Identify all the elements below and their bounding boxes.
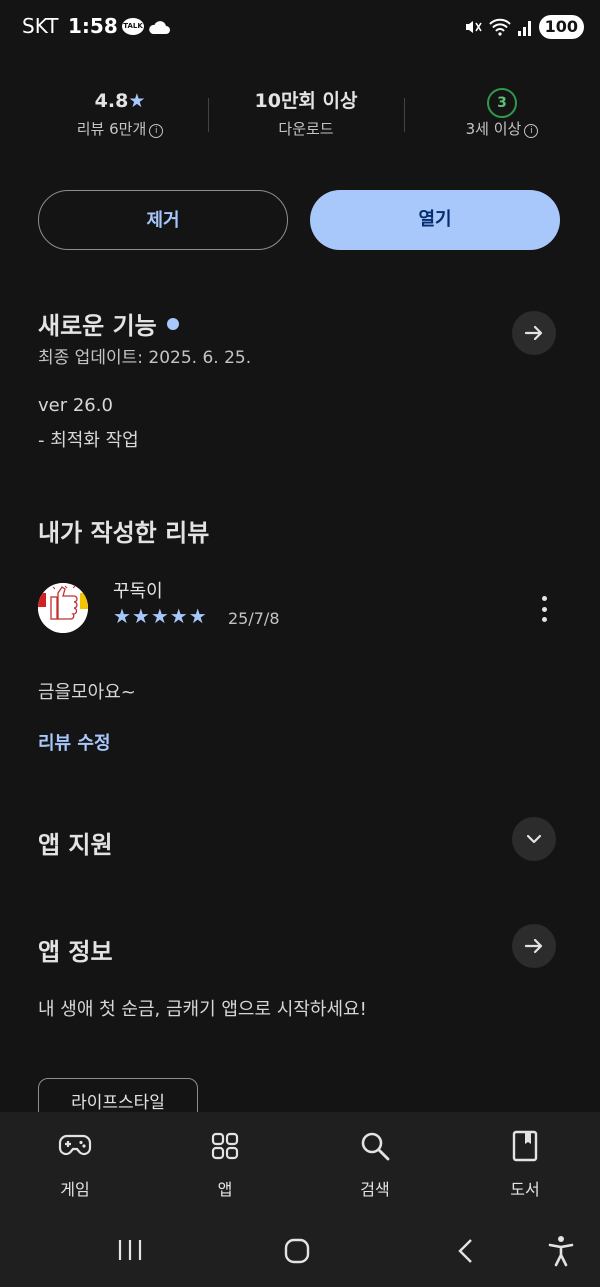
release-notes: - 최적화 작업 <box>38 430 139 451</box>
home-icon[interactable] <box>283 1237 311 1265</box>
signal-icon <box>517 21 531 36</box>
review-stars: ★★★★★ <box>113 604 208 628</box>
status-icons: 100 <box>463 14 584 40</box>
nav-label: 도서 <box>510 1180 540 1199</box>
star-icon: ★ <box>128 90 146 112</box>
nav-item-search[interactable]: 검색 <box>320 1126 430 1200</box>
arrow-right-icon <box>524 325 543 341</box>
last-updated: 최종 업데이트: 2025. 6. 25. <box>38 348 252 368</box>
gamepad-icon <box>20 1126 130 1166</box>
nav-item-games[interactable]: 게임 <box>20 1126 130 1200</box>
mute-icon <box>465 21 482 33</box>
apps-grid-icon <box>170 1126 280 1166</box>
review-text: 금을모아요~ <box>38 682 136 703</box>
system-navigation-bar <box>0 1212 600 1287</box>
downloads-label: 다운로드 <box>278 120 334 138</box>
arrow-right-icon <box>524 938 543 954</box>
downloads-stat: 10만회 이상 다운로드 <box>206 86 406 139</box>
edit-review-link[interactable]: 리뷰 수정 <box>38 729 111 755</box>
review-date: 25/7/8 <box>228 609 280 628</box>
nav-label: 검색 <box>360 1180 390 1199</box>
app-description: 내 생애 첫 순금, 금캐기 앱으로 시작하세요! <box>38 999 367 1020</box>
more-options-icon[interactable] <box>532 594 556 624</box>
about-app-arrow-button[interactable] <box>512 924 556 968</box>
review-author: 꾸독이 <box>113 581 163 602</box>
cloud-icon <box>149 21 170 34</box>
about-app-heading[interactable]: 앱 정보 <box>38 932 113 967</box>
whats-new-heading[interactable]: 새로운 기능 <box>38 306 179 341</box>
clock-text: 1:58 <box>68 14 118 38</box>
chevron-down-icon <box>526 834 542 844</box>
age-rating-stat[interactable]: 3 3세 이상 i <box>402 86 600 139</box>
battery-icon: 100 <box>538 15 584 39</box>
my-review-heading: 내가 작성한 리뷰 <box>38 519 210 547</box>
version-text: ver 26.0 <box>38 395 113 416</box>
recent-apps-icon[interactable] <box>116 1238 144 1262</box>
avatar <box>38 583 88 633</box>
new-dot-icon <box>166 318 179 330</box>
app-support-expand-button[interactable] <box>512 817 556 861</box>
kakaotalk-icon: TALK <box>122 18 144 35</box>
nav-item-books[interactable]: 도서 <box>470 1126 580 1200</box>
thumbs-up-avatar-image <box>38 583 88 633</box>
open-button[interactable]: 열기 <box>310 190 560 250</box>
carrier-text: SKT <box>22 14 59 38</box>
nav-item-apps[interactable]: 앱 <box>170 1126 280 1200</box>
age-rating-label: 3세 이상 <box>465 120 522 138</box>
whats-new-title: 새로운 기능 <box>38 312 157 340</box>
status-bar: SKT 1:58 TALK 100 <box>0 0 600 56</box>
nav-label: 게임 <box>60 1180 90 1199</box>
review-count: 리뷰 6만개 <box>76 120 147 138</box>
app-support-heading[interactable]: 앱 지원 <box>38 825 113 860</box>
search-icon <box>320 1126 430 1166</box>
rating-stat[interactable]: 4.8★ 리뷰 6만개 i <box>20 86 220 139</box>
whats-new-arrow-button[interactable] <box>512 311 556 355</box>
info-icon: i <box>149 124 164 138</box>
remove-button[interactable]: 제거 <box>38 190 288 250</box>
book-icon <box>470 1126 580 1166</box>
info-icon: i <box>524 124 539 138</box>
downloads-value: 10만회 이상 <box>254 90 358 112</box>
back-icon[interactable] <box>455 1237 475 1265</box>
nav-label: 앱 <box>217 1180 233 1199</box>
rating-value: 4.8 <box>94 90 129 112</box>
wifi-icon <box>488 18 511 36</box>
age-rating-badge: 3 <box>487 88 517 118</box>
accessibility-icon[interactable] <box>547 1235 575 1267</box>
